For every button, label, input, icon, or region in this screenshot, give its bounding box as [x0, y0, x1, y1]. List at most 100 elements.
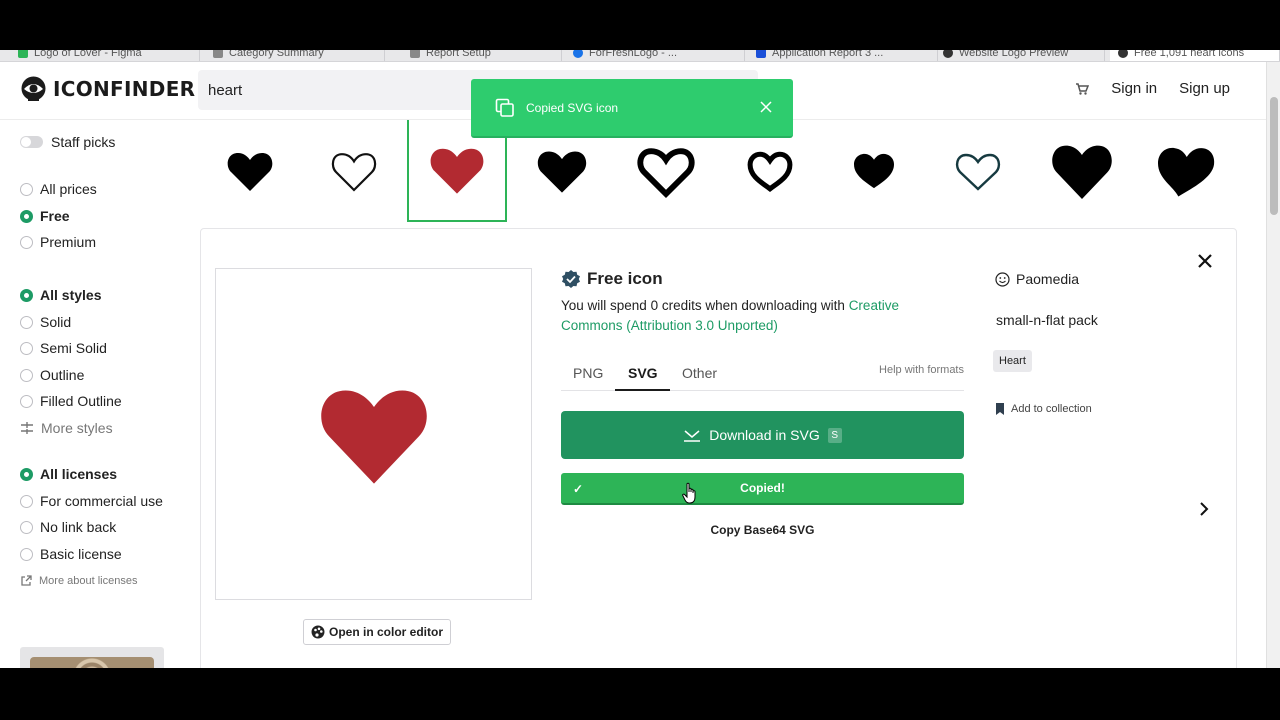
active-tab-indicator	[615, 389, 670, 391]
copy-base64-svg-button[interactable]: Copy Base64 SVG	[561, 523, 964, 537]
result-icon-heart-solid-black[interactable]	[200, 120, 300, 222]
heart-outline-icon	[747, 151, 793, 192]
result-icon-heart-outline-thin[interactable]	[304, 120, 404, 222]
filter-all-prices[interactable]: All prices	[20, 181, 97, 197]
add-to-collection-button[interactable]: Add to collection	[995, 403, 1092, 415]
filter-premium[interactable]: Premium	[20, 234, 96, 250]
palette-icon	[311, 625, 325, 639]
staff-picks-toggle[interactable]	[20, 136, 43, 148]
tab-favicon-icon	[213, 50, 223, 58]
heart-preview-icon	[320, 390, 427, 484]
radio-button[interactable]	[20, 520, 33, 534]
tag-heart[interactable]: Heart	[993, 350, 1032, 372]
cart-icon[interactable]	[1075, 82, 1090, 96]
check-icon: ✓	[573, 482, 584, 496]
iconfinder-eye-icon	[21, 76, 46, 101]
help-with-formats-link[interactable]: Help with formats	[879, 364, 964, 376]
tab-png[interactable]: PNG	[573, 365, 603, 381]
radio-button[interactable]	[20, 209, 33, 223]
browser-tab[interactable]: Website Logo Preview	[935, 50, 1105, 61]
toast-close-icon[interactable]	[759, 100, 773, 114]
toast-message: Copied SVG icon	[526, 101, 619, 115]
icon-pack-link[interactable]: small-n-flat pack	[996, 312, 1098, 328]
result-icon-heart-solid-small[interactable]	[824, 120, 924, 222]
staff-picks-label: Staff picks	[51, 134, 116, 150]
author-link[interactable]: Paomedia	[995, 271, 1079, 287]
format-tabs: PNG SVG Other Help with formats	[561, 359, 964, 391]
radio-button[interactable]	[20, 547, 33, 561]
filter-outline[interactable]: Outline	[20, 367, 84, 383]
staff-picks-toggle-row[interactable]: Staff picks	[20, 134, 115, 150]
browser-tab[interactable]: Report Setup	[402, 50, 562, 61]
radio-button[interactable]	[20, 288, 33, 302]
radio-button[interactable]	[20, 494, 33, 508]
browser-tab-strip: Logo of Lover - Figma Category Summary R…	[0, 50, 1280, 62]
copy-icon	[495, 98, 514, 117]
chevron-right-icon[interactable]	[1197, 501, 1211, 517]
radio-button[interactable]	[20, 467, 33, 481]
heart-red-icon	[430, 148, 484, 194]
radio-button[interactable]	[20, 394, 33, 408]
filter-basic-license[interactable]: Basic license	[20, 546, 122, 562]
radio-button[interactable]	[20, 182, 33, 196]
filter-free[interactable]: Free	[20, 208, 70, 224]
heart-icon	[537, 151, 587, 193]
more-about-licenses-link[interactable]: More about licenses	[20, 575, 137, 587]
tab-favicon-icon	[1118, 50, 1128, 58]
open-color-editor-button[interactable]: Open in color editor	[303, 619, 452, 645]
browser-tab[interactable]: Application Report 3 ...	[748, 50, 938, 61]
heart-icon	[1158, 147, 1215, 197]
heart-icon	[227, 153, 273, 191]
tab-other[interactable]: Other	[682, 365, 717, 381]
result-icon-heart-solid-large[interactable]	[1032, 120, 1132, 222]
shortcut-badge: S	[827, 427, 842, 443]
sign-in-link[interactable]: Sign in	[1111, 80, 1157, 97]
credits-notice: You will spend 0 credits when downloadin…	[561, 298, 899, 333]
browser-tab[interactable]: ForFreshLogo - ...	[565, 50, 745, 61]
filter-sidebar: Staff picks All prices Free Premium All …	[0, 120, 200, 668]
filter-filled-outline[interactable]: Filled Outline	[20, 393, 122, 409]
heart-icon	[1052, 145, 1112, 199]
scrollbar-thumb[interactable]	[1270, 97, 1278, 215]
result-icon-heart-solid-tilted[interactable]	[1136, 120, 1236, 222]
copied-toast: Copied SVG icon	[471, 79, 793, 138]
browser-tab[interactable]: Logo of Lover - Figma	[10, 50, 200, 61]
radio-button[interactable]	[20, 315, 33, 329]
result-icon-heart-outline-dark-teal[interactable]	[928, 120, 1028, 222]
filter-commercial-use[interactable]: For commercial use	[20, 493, 163, 509]
search-value: heart	[208, 81, 243, 99]
page-scrollbar[interactable]	[1266, 62, 1280, 668]
free-icon-title: Free icon	[561, 269, 663, 289]
heart-outline-icon	[955, 153, 1001, 191]
more-styles-link[interactable]: More styles	[20, 420, 113, 436]
sidebar-promo-card[interactable]	[20, 647, 164, 668]
browser-viewport: Logo of Lover - Figma Category Summary R…	[0, 50, 1280, 668]
hand-cursor-icon	[682, 482, 696, 504]
download-svg-button[interactable]: Download in SVG S	[561, 411, 964, 459]
heart-outline-icon	[331, 153, 377, 192]
tab-favicon-icon	[756, 50, 766, 58]
iconfinder-logo[interactable]: ICONFINDER	[20, 75, 195, 102]
close-icon[interactable]	[1195, 251, 1215, 271]
tab-favicon-icon	[18, 50, 28, 58]
filter-all-styles[interactable]: All styles	[20, 287, 101, 303]
radio-button[interactable]	[20, 341, 33, 355]
tab-svg[interactable]: SVG	[628, 365, 658, 381]
radio-button[interactable]	[20, 235, 33, 249]
radio-button[interactable]	[20, 368, 33, 382]
copy-svg-button[interactable]: ✓ Copied!	[561, 473, 964, 505]
verified-badge-icon	[562, 270, 580, 288]
filter-solid[interactable]: Solid	[20, 314, 71, 330]
icon-preview	[215, 268, 532, 600]
heart-outline-icon	[637, 148, 695, 199]
filter-no-link-back[interactable]: No link back	[20, 519, 116, 535]
filter-all-licenses[interactable]: All licenses	[20, 466, 117, 482]
promo-image	[30, 657, 154, 668]
browser-tab[interactable]: Category Summary	[205, 50, 385, 61]
smiley-icon	[995, 271, 1010, 287]
sign-up-link[interactable]: Sign up	[1179, 80, 1230, 97]
download-icon	[684, 430, 701, 442]
heart-icon	[854, 153, 894, 189]
browser-tab-active[interactable]: Free 1,091 heart icons	[1110, 50, 1280, 61]
filter-semi-solid[interactable]: Semi Solid	[20, 340, 107, 356]
